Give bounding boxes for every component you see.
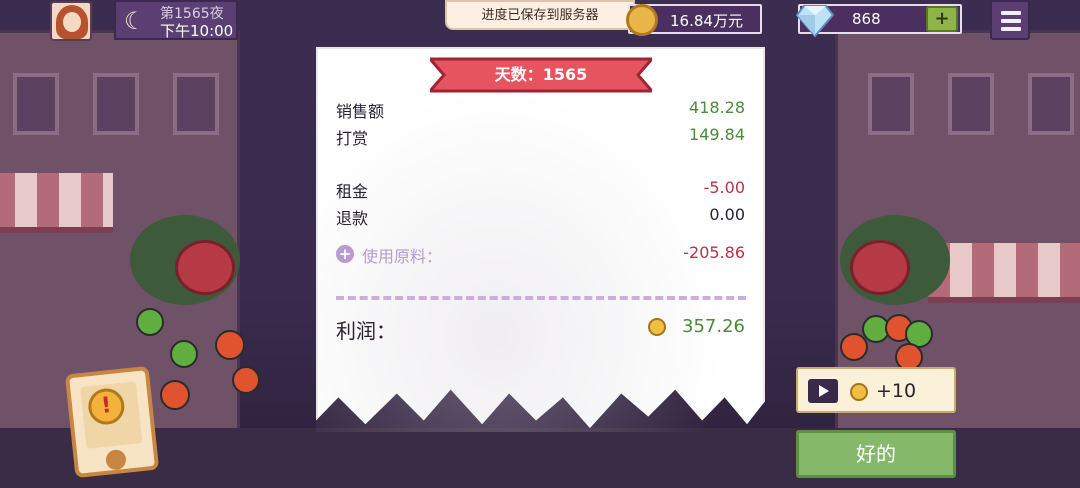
tomato-slice-icon <box>840 333 868 361</box>
awning <box>0 173 113 233</box>
avatar-face <box>63 12 81 32</box>
hamburger-line <box>1001 11 1021 15</box>
gem-amount: 868 <box>852 10 881 28</box>
tomato-slice-icon <box>232 366 260 394</box>
sales-label: 销售额 <box>336 102 385 121</box>
coin-icon <box>850 383 868 401</box>
moon-icon: ☾ <box>124 7 146 35</box>
player-avatar[interactable] <box>50 1 92 41</box>
profit-value: 357.26 <box>682 316 745 337</box>
save-toast: 进度已保存到服务器 <box>445 0 635 30</box>
day-title: 天数：1565 <box>494 65 588 84</box>
ad-reward-amount: +10 <box>876 380 917 402</box>
tips-label: 打赏 <box>336 129 369 148</box>
tomato-slice-icon <box>160 380 190 410</box>
menu-button[interactable] <box>990 0 1030 40</box>
materials-value: -205.86 <box>683 243 745 262</box>
hamburger-line <box>1001 27 1021 31</box>
day-time-panel: ☾ 第1565夜 下午10:00 <box>114 0 238 40</box>
tips-value: 149.84 <box>689 125 745 144</box>
watch-ad-button[interactable]: +10 <box>796 367 956 413</box>
pepper-slice-icon <box>170 340 198 368</box>
window <box>1028 73 1074 135</box>
coin-icon <box>648 318 666 336</box>
sales-value: 418.28 <box>689 98 745 117</box>
coin-icon <box>626 4 658 36</box>
coin-amount: 16.84万元 <box>670 12 743 30</box>
coin-balance: 16.84万元 <box>626 4 762 36</box>
add-gems-button[interactable]: + <box>926 6 958 32</box>
rent-label: 租金 <box>336 182 369 201</box>
refund-value: 0.00 <box>709 205 745 224</box>
profit-label: 利润： <box>336 319 396 343</box>
clock-time: 下午10:00 <box>160 22 234 40</box>
tomato-slice-icon <box>215 330 245 360</box>
awning <box>928 243 1080 303</box>
materials-label[interactable]: 使用原料： <box>362 243 442 267</box>
pepper-slice-icon <box>136 308 164 336</box>
phone-home-icon <box>104 448 127 471</box>
window <box>173 73 219 135</box>
window <box>948 73 994 135</box>
window <box>93 73 139 135</box>
window <box>13 73 59 135</box>
video-play-icon <box>808 379 838 403</box>
rose-decoration <box>175 240 235 295</box>
gem-balance: 868 + <box>796 4 962 38</box>
receipt-divider <box>336 296 746 300</box>
refund-label: 退款 <box>336 209 369 228</box>
rent-value: -5.00 <box>703 178 745 197</box>
ok-button[interactable]: 好的 <box>796 430 956 478</box>
diamond-icon <box>796 5 834 38</box>
hamburger-line <box>1001 19 1021 23</box>
expand-materials-icon[interactable]: + <box>336 245 354 263</box>
phone-alert-button[interactable]: ! <box>64 365 160 479</box>
rose-decoration <box>850 240 910 295</box>
window <box>868 73 914 135</box>
